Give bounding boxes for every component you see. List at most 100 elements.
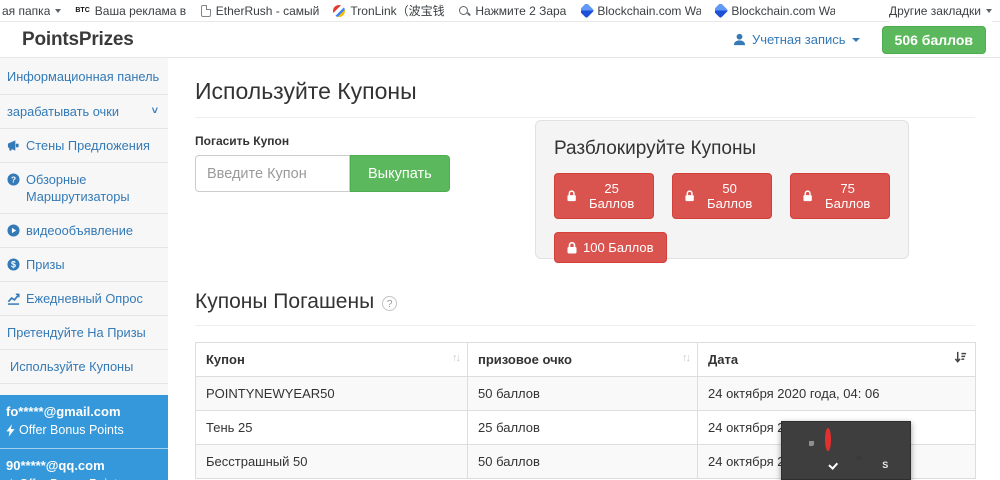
sidebar-item-label: Информационная панель: [7, 68, 159, 85]
lock-icon: [803, 190, 812, 202]
sidebar-item-label: зарабатывать очки: [7, 103, 119, 120]
bookmark-folder[interactable]: ая папка: [2, 4, 61, 18]
notification-item[interactable]: fo*****@gmail.com Offer Bonus Points: [0, 395, 168, 449]
lock-icon: [567, 242, 577, 254]
unlock-button-label: 100 Баллов: [583, 240, 654, 255]
sidebar: Информационная панель зарабатывать очки …: [0, 58, 168, 480]
table-row: POINTYNEWYEAR50 50 баллов 24 октября 202…: [196, 377, 976, 411]
redeem-button[interactable]: Выкупать: [350, 155, 450, 192]
account-label: Учетная запись: [752, 32, 846, 47]
column-header-coupon[interactable]: Купон ↑↓: [196, 343, 468, 377]
bookmark-item[interactable]: TronLink（波宝钱包: [333, 2, 444, 19]
notification-message: Offer Bonus Points: [19, 476, 124, 480]
column-header-points[interactable]: призовое очко ↑↓: [468, 343, 698, 377]
opera-icon[interactable]: [825, 431, 840, 446]
unlock-75-button[interactable]: 75 Баллов: [790, 173, 890, 219]
antivirus-check-icon[interactable]: [825, 458, 840, 473]
other-bookmarks-label: Другие закладки: [889, 4, 981, 18]
unlock-coupons-title: Разблокируйте Купоны: [554, 138, 890, 160]
account-menu[interactable]: Учетная запись: [733, 32, 860, 47]
screen: ая папка BTC Ваша реклама в с EtherRush …: [0, 0, 1000, 480]
media-player-icon[interactable]: [799, 458, 814, 473]
chevron-down-icon: [986, 9, 992, 13]
sidebar-item-daily-poll[interactable]: Ежедневный Опрос: [0, 282, 168, 316]
bookmark-item[interactable]: Blockchain.com Wa: [715, 4, 835, 18]
question-circle-icon: ?: [7, 173, 20, 186]
unlock-100-button[interactable]: 100 Баллов: [554, 232, 667, 263]
bookmark-label: Blockchain.com Wa: [597, 4, 701, 18]
svg-text:$: $: [11, 260, 16, 270]
sidebar-item-survey-routers[interactable]: ? Обзорные Маршрутизаторы: [0, 163, 168, 214]
cell-coupon: POINTYNEWYEAR50: [196, 377, 468, 411]
column-header-date[interactable]: Дата: [698, 343, 976, 377]
bookmark-item[interactable]: Нажмите 2 Зараб: [458, 4, 567, 18]
bookmark-item[interactable]: Blockchain.com Wa: [581, 4, 701, 18]
sidebar-item-video-ads[interactable]: видеообъявление: [0, 214, 168, 248]
sidebar-item-label: Призы: [26, 256, 65, 273]
bookmark-label: Нажмите 2 Зараб: [475, 4, 567, 18]
person-icon: [733, 33, 746, 46]
sidebar-item-claim-prizes[interactable]: Претендуйте На Призы: [0, 316, 168, 350]
unlock-button-label: 25 Баллов: [582, 181, 641, 211]
cell-coupon: Тень 25: [196, 411, 468, 445]
page-icon: [201, 5, 211, 17]
brand-logo[interactable]: PointsPrizes: [0, 29, 134, 51]
bookmark-item[interactable]: EtherRush - самый: [201, 4, 320, 18]
coin-icon: $: [7, 258, 20, 271]
ink-bottle-icon[interactable]: [852, 458, 867, 473]
notification-item[interactable]: 90*****@qq.com Offer Bonus Points: [0, 449, 168, 480]
bolt-icon: [6, 424, 15, 437]
play-circle-icon: [7, 224, 20, 237]
bookmark-item[interactable]: BTC Ваша реклама в с: [75, 4, 186, 18]
column-header-label: призовое очко: [478, 352, 572, 367]
sidebar-item-label: Обзорные Маршрутизаторы: [26, 171, 160, 205]
blockchain-cube-icon: [715, 4, 728, 18]
help-icon[interactable]: ?: [382, 296, 397, 311]
cell-points: 50 баллов: [468, 377, 698, 411]
sidebar-item-label: Используйте Купоны: [10, 358, 133, 375]
sidebar-item-dashboard[interactable]: Информационная панель: [0, 58, 168, 95]
points-balance-badge[interactable]: 506 баллов: [882, 26, 986, 54]
bookmark-label: ая папка: [2, 4, 50, 18]
sidebar-item-earn-points[interactable]: зарабатывать очки ˅: [0, 95, 168, 129]
bookmark-label: EtherRush - самый: [216, 4, 320, 18]
sidebar-item-label: Претендуйте На Призы: [7, 324, 146, 341]
sort-icon: ↑↓: [682, 352, 689, 364]
sidebar-item-label: Стены Предложения: [26, 137, 150, 154]
sort-desc-icon: [954, 351, 967, 367]
line-chart-icon: [7, 292, 20, 305]
notification-email: 90*****@qq.com: [6, 457, 160, 474]
sidebar-item-prizes[interactable]: $ Призы: [0, 248, 168, 282]
coupon-input[interactable]: [195, 155, 350, 192]
bookmark-label: TronLink（波宝钱包: [350, 2, 444, 19]
svg-text:?: ?: [11, 174, 16, 184]
bookmark-label: Ваша реклама в с: [95, 4, 187, 18]
sidebar-item-label: Ежедневный Опрос: [26, 290, 143, 307]
unlock-25-button[interactable]: 25 Баллов: [554, 173, 654, 219]
cell-points: 25 баллов: [468, 411, 698, 445]
cell-date: 24 октября 2020 года, 04: 06: [698, 377, 976, 411]
sidebar-notifications: fo*****@gmail.com Offer Bonus Points 90*…: [0, 395, 168, 480]
skype-icon[interactable]: [878, 458, 893, 473]
tronlink-icon: [333, 5, 345, 17]
shield-warning-icon[interactable]: [878, 431, 893, 446]
brand-name: PointsPrizes: [22, 29, 134, 51]
unlock-50-button[interactable]: 50 Баллов: [672, 173, 772, 219]
cell-coupon: Бесстрашный 50: [196, 445, 468, 479]
notes-icon[interactable]: [799, 431, 814, 446]
profile-icon[interactable]: [852, 431, 867, 446]
divider: [195, 325, 975, 326]
site-header: PointsPrizes Учетная запись 506 баллов: [0, 22, 1000, 58]
sidebar-item-offer-walls[interactable]: Стены Предложения: [0, 129, 168, 163]
page-title: Используйте Купоны: [195, 78, 975, 105]
other-bookmarks-button[interactable]: Другие закладки: [889, 0, 992, 22]
chevron-down-icon: [852, 38, 860, 42]
notification-email: fo*****@gmail.com: [6, 403, 160, 420]
cell-points: 50 баллов: [468, 445, 698, 479]
sidebar-item-use-coupons[interactable]: Используйте Купоны: [0, 350, 168, 384]
divider: [195, 117, 975, 118]
lock-icon: [685, 190, 694, 202]
sort-icon: ↑↓: [452, 352, 459, 364]
chevron-down-icon: ˅: [152, 103, 158, 120]
sidebar-item-label: видеообъявление: [26, 222, 133, 239]
